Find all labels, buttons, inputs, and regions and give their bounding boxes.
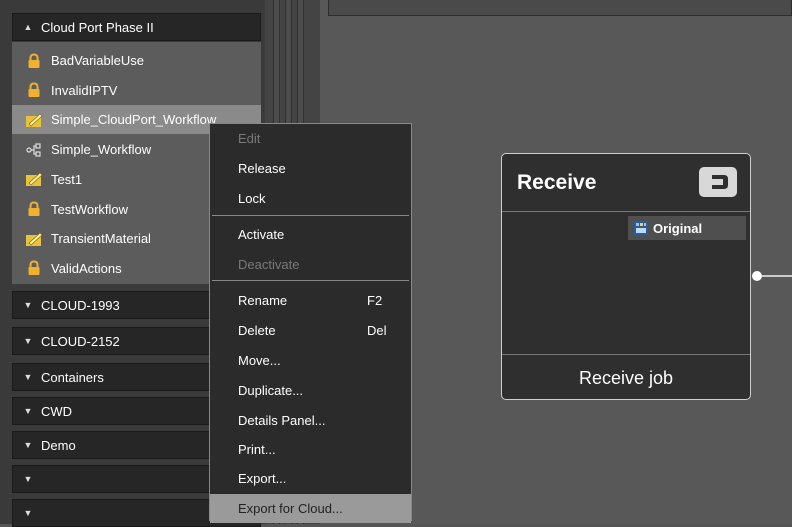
media-file-icon	[634, 221, 648, 235]
menu-item-label: Export for Cloud...	[238, 501, 343, 516]
menu-item-export-for-cloud[interactable]: Export for Cloud...	[210, 494, 411, 523]
node-footer: Receive job	[578, 368, 674, 388]
menu-item-label: Delete	[238, 323, 276, 338]
lock-icon	[25, 259, 43, 277]
workflow-item-label: TestWorkflow	[51, 201, 129, 217]
receive-node[interactable]: Receive Original Receive job	[501, 153, 751, 400]
menu-item-release[interactable]: Release	[210, 154, 411, 183]
edit-icon	[25, 111, 43, 129]
group-label: Demo	[41, 437, 76, 453]
chevron-down-icon: ▼	[23, 372, 33, 382]
workflow-item-label: InvalidIPTV	[51, 82, 118, 98]
menu-separator	[212, 215, 409, 216]
node-title: Receive	[517, 171, 597, 194]
menu-item-label: Activate	[238, 227, 285, 242]
workflow-item-label: BadVariableUse	[51, 53, 144, 68]
menu-item-label: Export...	[238, 471, 287, 486]
menu-item-delete[interactable]: Delete Del	[210, 316, 411, 345]
menu-item-label: Rename	[238, 293, 288, 308]
menu-item-details-panel[interactable]: Details Panel...	[210, 406, 411, 435]
menu-item-label: Duplicate...	[238, 383, 304, 398]
lock-icon	[25, 81, 43, 99]
menu-item-deactivate: Deactivate	[210, 250, 411, 279]
menu-item-print[interactable]: Print...	[210, 435, 411, 464]
node-divider	[502, 211, 750, 212]
group-label: CLOUD-2152	[41, 333, 120, 349]
menu-item-edit: Edit	[210, 124, 411, 153]
receive-icon	[699, 167, 737, 197]
menu-separator	[212, 280, 409, 281]
port-label: Original	[653, 220, 703, 236]
group-label: CLOUD-1993	[41, 297, 120, 313]
lock-icon	[25, 52, 43, 70]
workflow-icon	[25, 141, 43, 159]
menu-item-label: Move...	[238, 353, 281, 368]
chevron-down-icon: ▼	[23, 440, 33, 450]
workflow-item-label: Test1	[51, 171, 83, 187]
workflow-list-item[interactable]: InvalidIPTV	[12, 76, 261, 105]
menu-item-rename[interactable]: Rename F2	[210, 286, 411, 315]
workflow-item-label: ValidActions	[51, 260, 122, 276]
group-header-cloud-port-phase-ii[interactable]: ▲ Cloud Port Phase II	[12, 13, 261, 41]
port-original[interactable]: Original	[628, 216, 746, 240]
menu-item-label: Lock	[238, 191, 266, 206]
group-label: Cloud Port Phase II	[41, 19, 154, 35]
chevron-down-icon: ▼	[23, 474, 33, 484]
group-label: Containers	[41, 369, 104, 385]
workflow-item-label: Simple_Workflow	[51, 142, 152, 158]
workflow-item-label: Simple_CloudPort_Workflow	[51, 112, 217, 128]
menu-item-duplicate[interactable]: Duplicate...	[210, 376, 411, 405]
chevron-down-icon: ▼	[23, 406, 33, 416]
workflow-list-item[interactable]: BadVariableUse	[12, 46, 261, 75]
chevron-down-icon: ▼	[23, 336, 33, 346]
menu-item-label: Print...	[238, 442, 276, 457]
group-label: CWD	[41, 403, 73, 419]
menu-item-label: Deactivate	[238, 257, 300, 272]
menu-item-label: Edit	[238, 131, 261, 146]
menu-item-export[interactable]: Export...	[210, 464, 411, 493]
chevron-down-icon: ▼	[23, 300, 33, 310]
menu-shortcut: Del	[367, 323, 387, 338]
menu-item-move[interactable]: Move...	[210, 346, 411, 375]
context-menu: Edit Release Lock Activate Deactivate Rename F…	[209, 123, 412, 523]
menu-item-label: Release	[238, 161, 286, 176]
menu-shortcut: F2	[367, 293, 383, 308]
node-divider	[502, 354, 750, 355]
menu-item-lock[interactable]: Lock	[210, 184, 411, 213]
chevron-down-icon: ▼	[23, 508, 33, 518]
workflow-item-label: TransientMaterial	[51, 231, 151, 247]
lock-icon	[25, 200, 43, 218]
edit-icon	[25, 230, 43, 248]
connection-line	[762, 275, 792, 277]
edit-icon	[25, 170, 43, 188]
chevron-up-icon: ▲	[23, 22, 33, 32]
canvas-top-bar	[328, 0, 792, 16]
menu-item-activate[interactable]: Activate	[210, 220, 411, 249]
menu-item-label: Details Panel...	[238, 413, 326, 428]
